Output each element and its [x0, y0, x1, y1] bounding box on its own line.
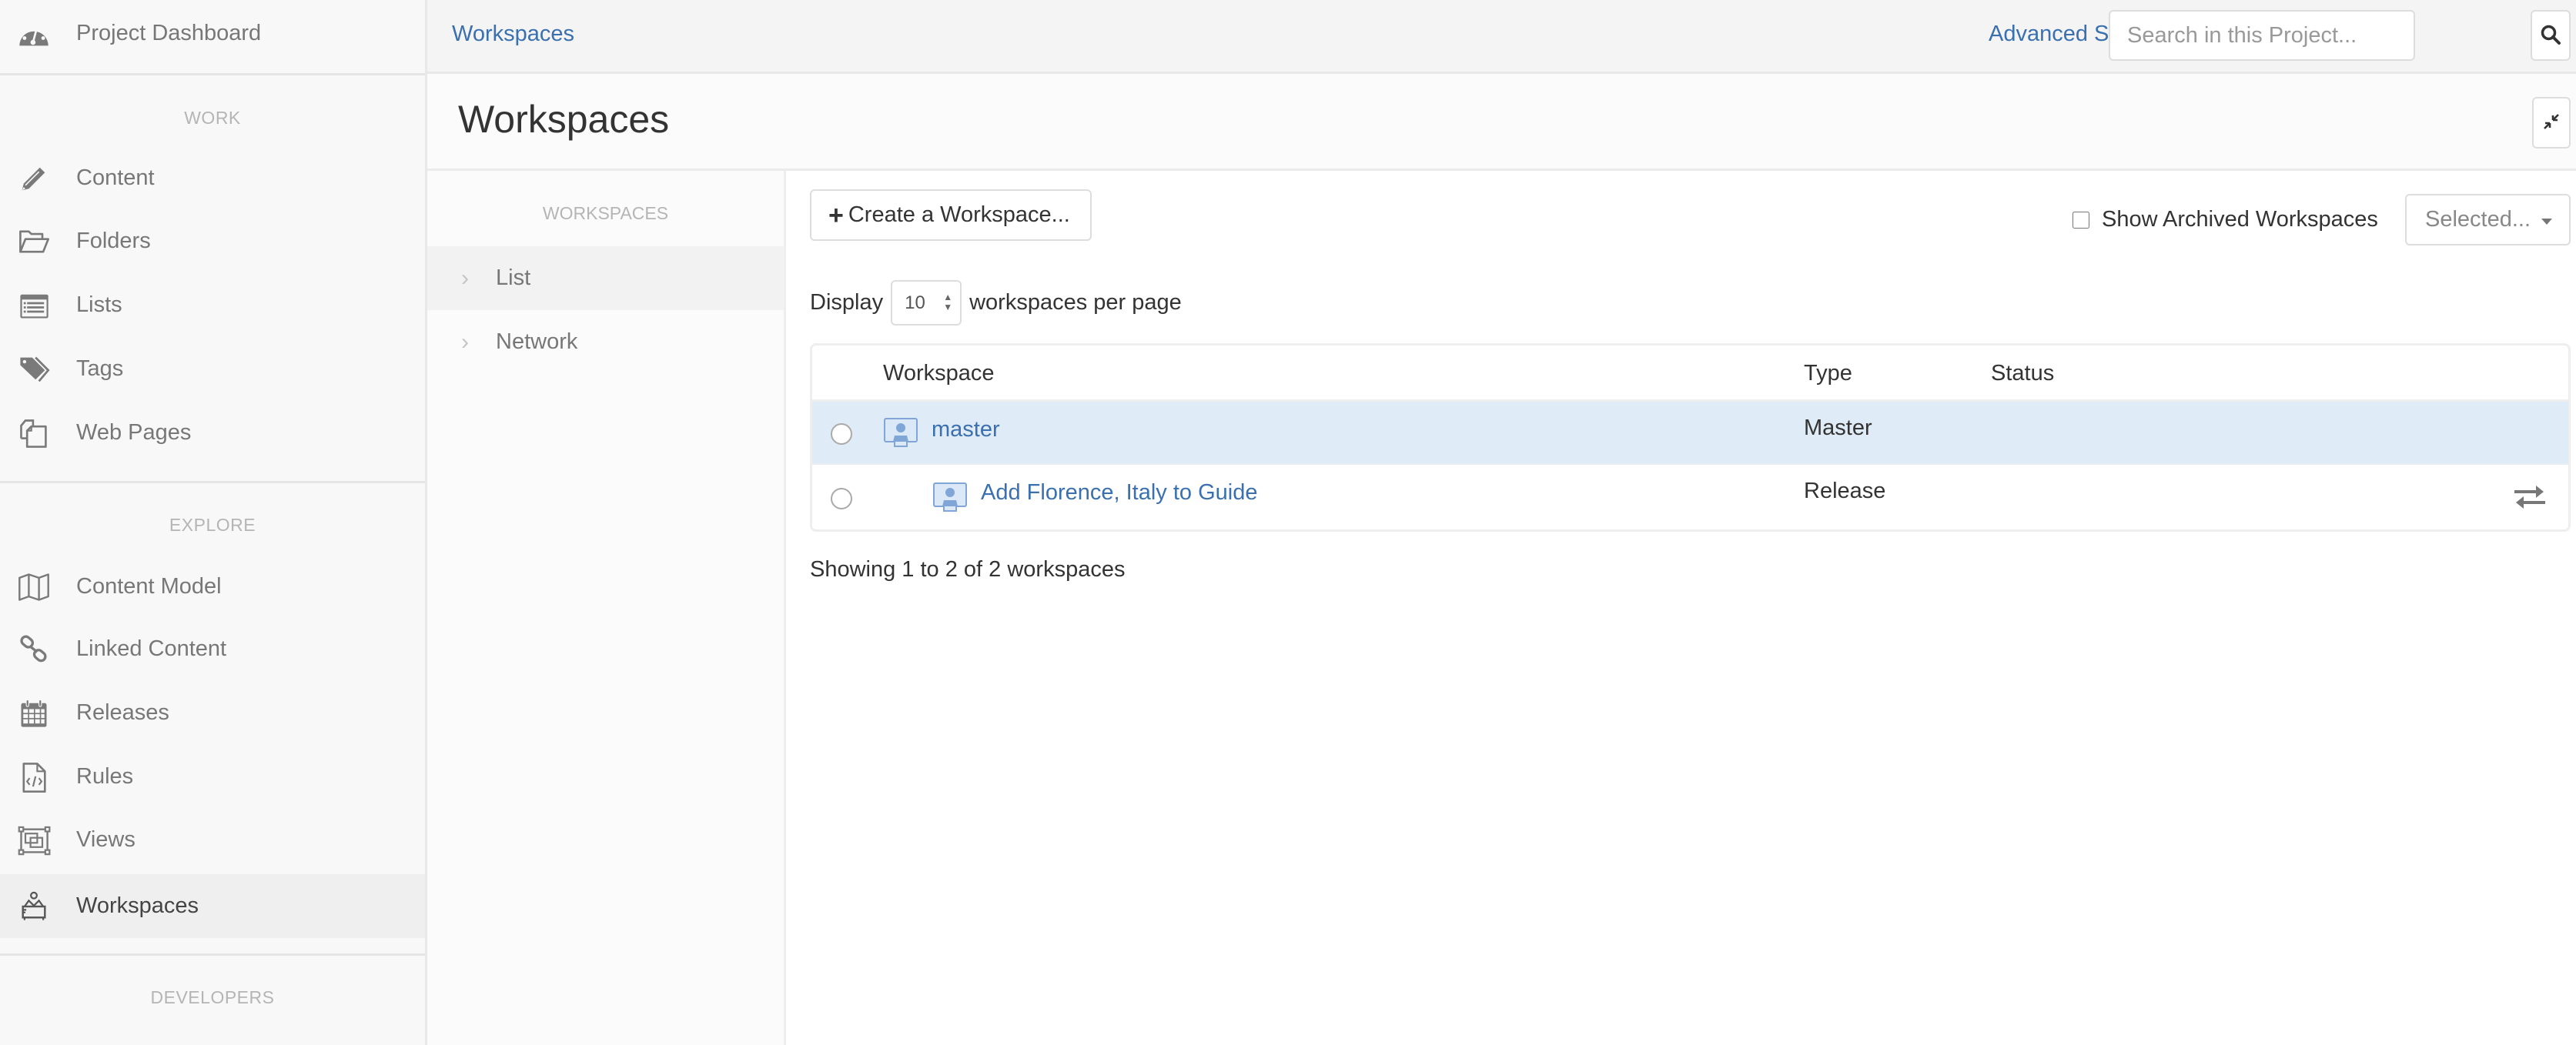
sidebar-item-workspaces[interactable]: Workspaces — [0, 874, 425, 938]
map-icon — [15, 569, 52, 606]
list-icon — [15, 287, 52, 324]
sync-arrows-icon[interactable] — [2513, 483, 2547, 511]
folder-open-icon — [15, 223, 52, 260]
sidebar-item-label: Web Pages — [76, 420, 192, 445]
subnav-title: WORKSPACES — [542, 203, 669, 223]
plus-icon: + — [828, 200, 844, 230]
sidebar-item-content-model[interactable]: Content Model — [0, 555, 425, 619]
sidebar-item-label: Releases — [76, 700, 169, 725]
column-header-workspace[interactable]: Workspace — [883, 361, 995, 386]
workspace-icon — [15, 888, 52, 925]
sidebar-divider — [0, 481, 425, 483]
sidebar-item-views[interactable]: Views — [0, 808, 425, 872]
show-archived-toggle[interactable]: Show Archived Workspaces — [2073, 207, 2378, 232]
subnav-item-network[interactable]: › Network — [427, 310, 784, 374]
sidebar-item-rules[interactable]: Rules — [0, 745, 425, 809]
top-bar: Workspaces Advanced Search — [427, 0, 2576, 74]
workspace-link[interactable]: master — [932, 417, 1000, 442]
search-button[interactable] — [2531, 10, 2571, 61]
per-page-control: Display 10 ▲ ▼ workspaces per page — [810, 280, 1182, 326]
workspaces-subnav: WORKSPACES › List › Network — [427, 171, 786, 1045]
section-title-work: WORK — [184, 108, 241, 128]
sidebar-item-releases[interactable]: Releases — [0, 681, 425, 745]
chevron-right-icon: › — [461, 265, 469, 291]
breadcrumb-workspaces[interactable]: Workspaces — [452, 22, 574, 47]
type-cell: Master — [1804, 416, 1872, 440]
subnav-item-list[interactable]: › List — [427, 246, 784, 310]
select-arrows-icon: ▲ ▼ — [943, 292, 953, 312]
bulk-action-dropdown[interactable]: Selected... — [2405, 194, 2571, 245]
show-archived-checkbox[interactable] — [2073, 211, 2089, 229]
sidebar-item-tags[interactable]: Tags — [0, 337, 425, 401]
link-icon — [15, 631, 52, 668]
create-workspace-label: Create a Workspace... — [848, 202, 1070, 227]
sidebar-item-label: Project Dashboard — [76, 21, 262, 45]
display-prefix: Display — [810, 290, 884, 315]
workspaces-table: Workspace Type Status master Master Add … — [810, 343, 2571, 532]
table-row[interactable]: master Master — [812, 402, 2568, 465]
workspace-user-icon — [933, 482, 967, 512]
sidebar-item-label: Views — [76, 827, 135, 852]
display-suffix: workspaces per page — [969, 290, 1182, 315]
web-pages-icon — [15, 415, 52, 452]
sidebar-item-label: Linked Content — [76, 636, 227, 661]
sidebar-item-lists[interactable]: Lists — [0, 273, 425, 337]
row-select-radio[interactable] — [831, 488, 852, 509]
sidebar-item-folders[interactable]: Folders — [0, 209, 425, 273]
collapse-button[interactable] — [2532, 97, 2571, 149]
sidebar-divider — [0, 73, 425, 75]
subnav-item-label: Network — [496, 329, 578, 354]
show-archived-label: Show Archived Workspaces — [2102, 207, 2378, 232]
tags-icon — [15, 351, 52, 388]
create-workspace-button[interactable]: + Create a Workspace... — [810, 189, 1092, 241]
sidebar-item-linked-content[interactable]: Linked Content — [0, 617, 425, 681]
table-header: Workspace Type Status — [812, 346, 2568, 402]
table-row[interactable]: Add Florence, Italy to Guide Release — [812, 465, 2568, 528]
bulk-action-value: Selected... — [2425, 207, 2531, 232]
sidebar-item-label: Lists — [76, 292, 122, 317]
subnav-item-label: List — [496, 265, 531, 290]
search-icon — [2540, 24, 2561, 48]
row-select-radio[interactable] — [831, 423, 852, 445]
workspace-user-icon — [884, 418, 918, 447]
page-header: Workspaces — [427, 74, 2576, 171]
per-page-select[interactable]: 10 ▲ ▼ — [891, 280, 962, 326]
column-header-status[interactable]: Status — [1991, 361, 2054, 386]
calendar-icon — [15, 695, 52, 732]
section-title-developers: DEVELOPERS — [150, 987, 275, 1007]
pagination-summary: Showing 1 to 2 of 2 workspaces — [810, 557, 1126, 582]
sidebar-item-label: Rules — [76, 764, 134, 789]
page-title: Workspaces — [458, 98, 670, 141]
workspace-link[interactable]: Add Florence, Italy to Guide — [981, 480, 1257, 506]
sidebar-item-project-dashboard[interactable]: Project Dashboard — [0, 2, 425, 65]
sidebar-item-label: Tags — [76, 356, 124, 381]
section-title-explore: EXPLORE — [169, 515, 256, 535]
type-cell: Release — [1804, 479, 1886, 503]
sidebar-item-label: Workspaces — [76, 893, 199, 918]
compress-icon — [2542, 112, 2561, 133]
views-icon — [15, 822, 52, 859]
sidebar: Project Dashboard WORK Content Folders L… — [0, 0, 427, 1045]
pencil-icon — [15, 160, 52, 197]
code-file-icon — [15, 759, 52, 796]
dashboard-icon — [15, 15, 52, 52]
caret-down-icon — [2541, 219, 2552, 225]
sidebar-item-label: Content Model — [76, 574, 222, 599]
column-header-type[interactable]: Type — [1804, 361, 1852, 386]
chevron-right-icon: › — [461, 329, 469, 355]
project-search-input[interactable] — [2109, 10, 2415, 61]
sidebar-item-label: Content — [76, 165, 155, 190]
main-content: + Create a Workspace... Show Archived Wo… — [788, 171, 2576, 1045]
sidebar-item-content[interactable]: Content — [0, 146, 425, 210]
sidebar-divider — [0, 953, 425, 956]
sidebar-item-web-pages[interactable]: Web Pages — [0, 401, 425, 465]
per-page-value: 10 — [905, 292, 925, 313]
sidebar-item-label: Folders — [76, 229, 151, 253]
